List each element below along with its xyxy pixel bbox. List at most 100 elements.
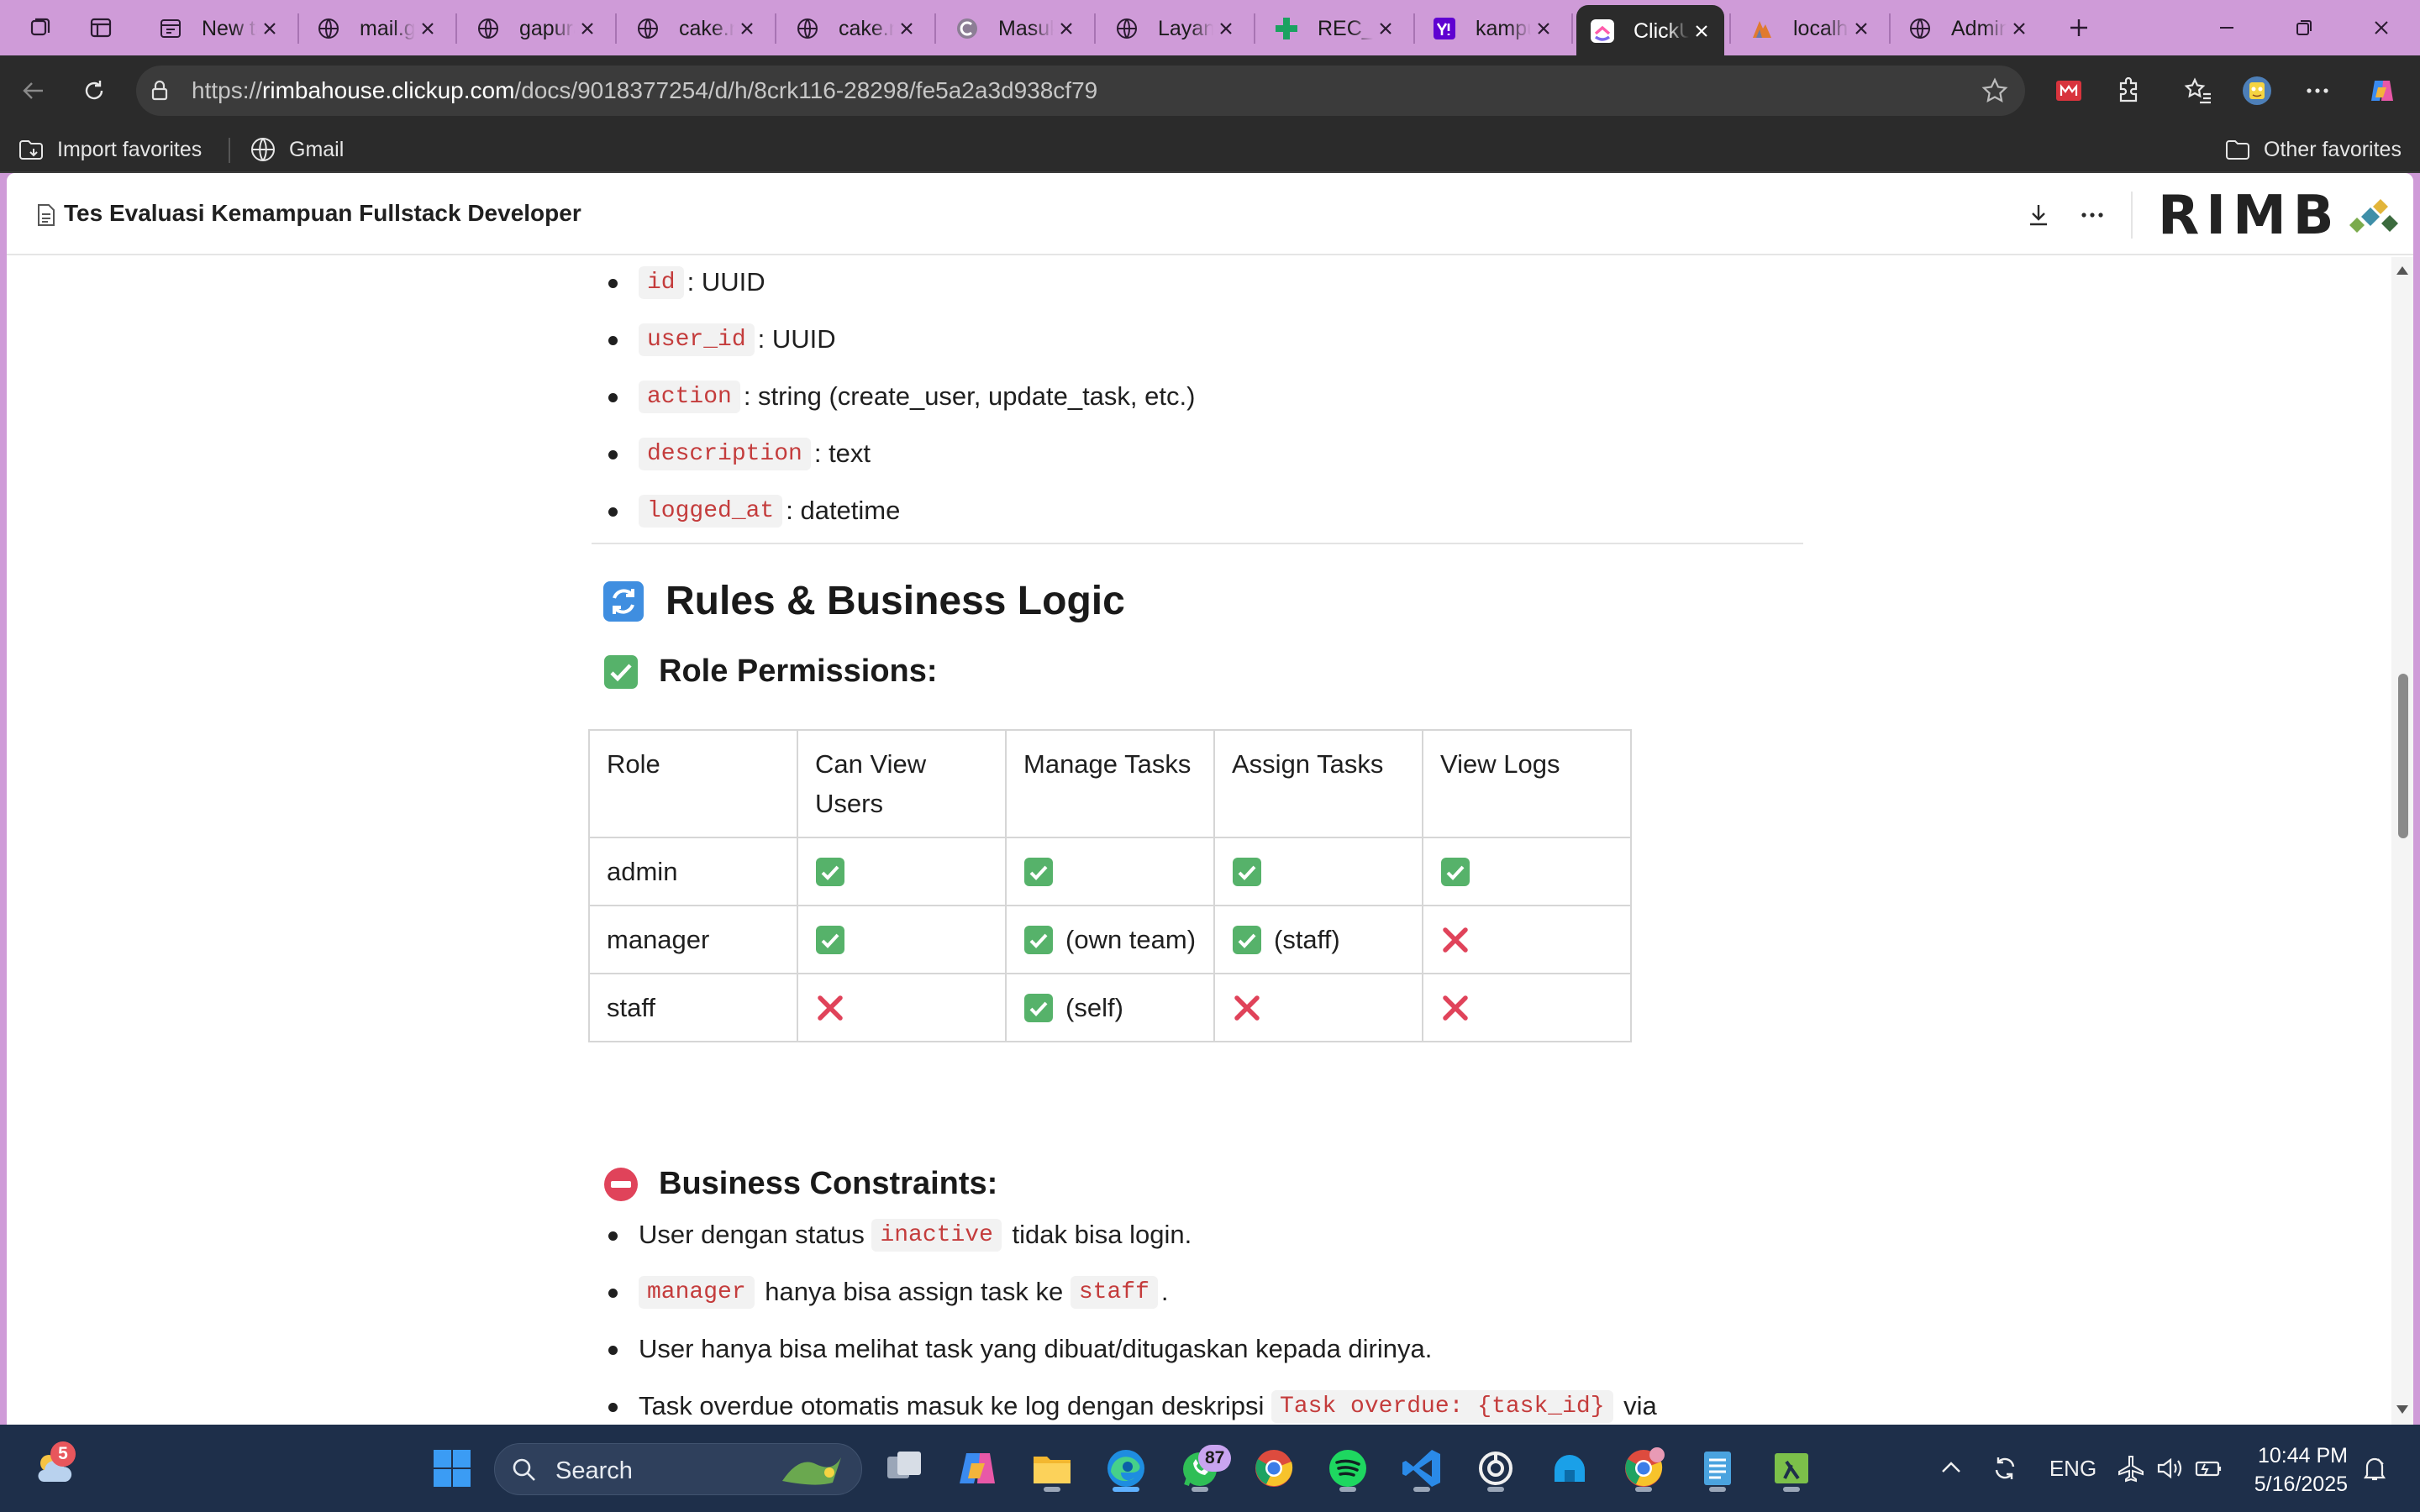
- close-tab-icon[interactable]: [1531, 16, 1556, 41]
- start-button[interactable]: [424, 1440, 481, 1497]
- site-info-icon[interactable]: [146, 77, 173, 104]
- field-type: : text: [813, 438, 871, 468]
- spotify-icon[interactable]: [1319, 1440, 1376, 1497]
- battery-icon[interactable]: [2191, 1450, 2225, 1487]
- new-tab-icon: [158, 16, 183, 41]
- close-tab-icon[interactable]: [1054, 16, 1079, 41]
- browser-tab[interactable]: New tab: [145, 5, 292, 52]
- refresh-button[interactable]: [74, 71, 114, 111]
- doc-title[interactable]: Tes Evaluasi Kemampuan Fullstack Develop…: [64, 200, 581, 227]
- profile-avatar[interactable]: [2238, 72, 2275, 109]
- browser-tab[interactable]: Admin: [1894, 5, 2042, 52]
- chrome-icon[interactable]: [1245, 1440, 1302, 1497]
- log-fields-list: id: UUID user_id: UUID action: string (cre…: [592, 257, 1810, 539]
- close-tab-icon[interactable]: [1213, 16, 1239, 41]
- app-blue-icon[interactable]: [1541, 1440, 1598, 1497]
- close-tab-icon[interactable]: [1689, 18, 1714, 44]
- url-text[interactable]: https://rimbahouse.clickup.com/docs/9018…: [192, 77, 1097, 104]
- import-favorites-link[interactable]: Import favorites: [17, 134, 202, 165]
- favorite-star-icon[interactable]: [1980, 76, 2010, 106]
- github-app-icon[interactable]: [1467, 1440, 1524, 1497]
- table-header-cell: View Logs: [1422, 729, 1632, 838]
- task-view-icon[interactable]: [876, 1440, 933, 1497]
- weather-widget[interactable]: 5: [25, 1440, 82, 1497]
- browser-tab[interactable]: localhost: [1736, 5, 1884, 52]
- browser-tab[interactable]: REC_R: [1260, 5, 1408, 52]
- extension-red-icon[interactable]: [2050, 72, 2087, 109]
- browser-tab[interactable]: mail.gapura: [302, 5, 450, 52]
- browser-tab[interactable]: gapura: [462, 5, 610, 52]
- back-button[interactable]: [13, 71, 54, 111]
- close-tab-icon[interactable]: [1849, 16, 1874, 41]
- edge-icon[interactable]: [1097, 1440, 1155, 1497]
- table-header-cell: Can View Users: [797, 729, 1007, 838]
- vertical-tabs-icon[interactable]: [81, 8, 121, 47]
- show-hidden-icons[interactable]: [1933, 1450, 1970, 1487]
- list-item: logged_at: datetime: [592, 482, 1810, 539]
- globe-icon: [1907, 16, 1933, 41]
- browser-tab[interactable]: cake.n: [781, 5, 929, 52]
- sync-icon[interactable]: [1985, 1450, 2025, 1487]
- copilot-icon[interactable]: [2363, 72, 2400, 109]
- close-tab-icon[interactable]: [1373, 16, 1398, 41]
- list-item: User dengan status inactive tidak bisa l…: [592, 1206, 1810, 1263]
- close-window-button[interactable]: [2343, 0, 2420, 55]
- airplane-mode-icon[interactable]: [2114, 1450, 2148, 1487]
- constraint-text: hanya bisa assign task ke: [765, 1277, 1064, 1306]
- active-indicator: [1113, 1487, 1139, 1492]
- constraint-text: tidak bisa login.: [1012, 1220, 1192, 1249]
- copilot-taskbar-icon[interactable]: [950, 1440, 1007, 1497]
- close-tab-icon[interactable]: [257, 16, 282, 41]
- globe-icon: [795, 16, 820, 41]
- field-name-code: logged_at: [639, 494, 783, 528]
- inline-code: manager: [639, 1275, 755, 1309]
- extensions-icon[interactable]: [2111, 72, 2148, 109]
- scroll-down-icon[interactable]: [2396, 1404, 2409, 1415]
- file-explorer-icon[interactable]: [1023, 1440, 1081, 1497]
- volume-icon[interactable]: [2153, 1450, 2186, 1487]
- browser-tab[interactable]: cake.n: [622, 5, 770, 52]
- tab-separator: [297, 13, 299, 44]
- refresh-emoji-icon: [602, 580, 645, 623]
- tab-title: New tab: [202, 16, 257, 40]
- other-favorites-link[interactable]: Other favorites: [2223, 134, 2402, 165]
- scroll-up-icon[interactable]: [2396, 265, 2409, 276]
- language-indicator[interactable]: ENG: [2044, 1450, 2102, 1487]
- browser-tab[interactable]: kampus: [1418, 5, 1566, 52]
- notifications-icon[interactable]: [2358, 1450, 2391, 1487]
- notepad-icon[interactable]: [1689, 1440, 1746, 1497]
- scrollbar-thumb[interactable]: [2398, 674, 2408, 838]
- download-icon[interactable]: [2022, 198, 2055, 232]
- role-cell: manager: [588, 905, 798, 974]
- browser-tab[interactable]: ClickUp: [1576, 5, 1724, 57]
- lambda-app-icon[interactable]: [1763, 1440, 1820, 1497]
- close-tab-icon[interactable]: [575, 16, 600, 41]
- logo-diamond-mark: [2349, 199, 2398, 233]
- browser-tab[interactable]: Layanan: [1101, 5, 1249, 52]
- close-tab-icon[interactable]: [2007, 16, 2032, 41]
- rimba-logo: RIMB: [2158, 189, 2402, 243]
- whatsapp-icon[interactable]: 87: [1171, 1440, 1232, 1497]
- taskbar-search[interactable]: Search: [494, 1443, 862, 1495]
- close-tab-icon[interactable]: [415, 16, 440, 41]
- permissions-title: Role Permissions:: [659, 654, 938, 689]
- close-tab-icon[interactable]: [894, 16, 919, 41]
- browser-tab[interactable]: Masuk: [941, 5, 1089, 52]
- favorites-list-icon[interactable]: [2180, 72, 2217, 109]
- more-options-icon[interactable]: [2075, 198, 2109, 232]
- restore-button[interactable]: [2265, 0, 2343, 55]
- close-tab-icon[interactable]: [734, 16, 760, 41]
- gmail-favorite-link[interactable]: Gmail: [249, 134, 344, 165]
- chrome-profile-icon[interactable]: [1615, 1440, 1672, 1497]
- workspaces-icon[interactable]: [20, 8, 60, 47]
- clock[interactable]: 10:44 PM 5/16/2025: [2254, 1441, 2348, 1499]
- address-bar[interactable]: https://rimbahouse.clickup.com/docs/9018…: [136, 66, 2025, 116]
- vscode-icon[interactable]: [1393, 1440, 1450, 1497]
- permission-cell: [1213, 837, 1423, 906]
- permission-cell: [1213, 973, 1423, 1042]
- settings-more-icon[interactable]: [2299, 72, 2336, 109]
- vertical-scrollbar[interactable]: [2391, 257, 2413, 1425]
- new-tab-button[interactable]: [2059, 8, 2099, 47]
- field-name-code: user_id: [639, 323, 755, 356]
- minimize-button[interactable]: [2188, 0, 2265, 55]
